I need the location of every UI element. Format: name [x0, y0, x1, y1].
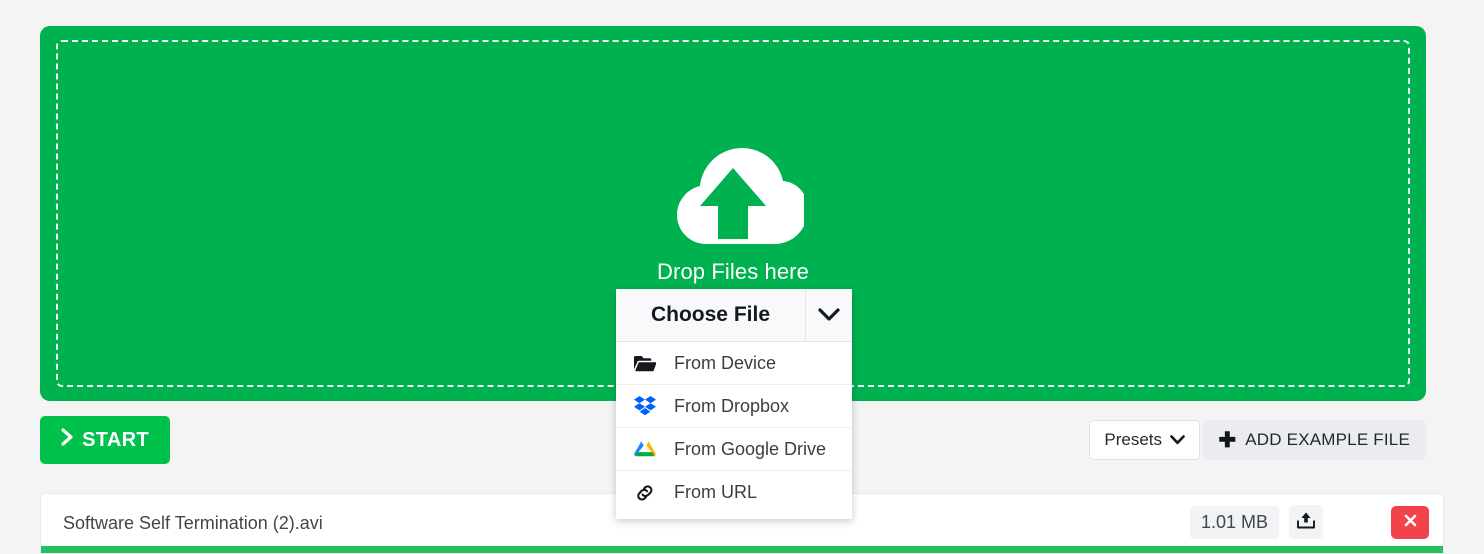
save-file-button[interactable] [1289, 505, 1323, 539]
chevron-right-icon [61, 428, 74, 452]
menu-item-label: From URL [674, 482, 758, 502]
upload-save-icon [1296, 511, 1316, 533]
presets-label: Presets [1104, 430, 1162, 449]
file-name: Software Self Termination (2).avi [63, 513, 323, 533]
close-x-icon [1403, 513, 1418, 531]
link-icon [634, 483, 664, 503]
file-size: 1.01 MB [1189, 505, 1279, 539]
cloud-upload-icon [662, 143, 808, 249]
choose-file-dropdown[interactable]: Choose File From Device From Dropbox Fro… [616, 289, 852, 519]
upload-progress-track [41, 546, 1443, 553]
menu-item-label: From Dropbox [674, 395, 790, 416]
file-upload-page: Drop Files here Choose File From Device … [0, 0, 1484, 554]
menu-item-label: From Google Drive [674, 438, 827, 459]
choose-file-menu: From Device From Dropbox From Google Dri… [616, 342, 852, 519]
menu-item-from-dropbox[interactable]: From Dropbox [616, 385, 852, 428]
file-row-controls: 1.01 MB [1189, 505, 1429, 539]
menu-item-from-url[interactable]: From URL [616, 471, 852, 514]
chevron-down-icon [1170, 430, 1185, 450]
dropbox-icon [634, 396, 664, 416]
add-example-file-button[interactable]: ✚ ADD EXAMPLE FILE [1202, 420, 1426, 460]
choose-file-button[interactable]: Choose File [616, 289, 852, 342]
chevron-down-icon[interactable] [805, 289, 852, 341]
menu-item-label: From Device [674, 352, 777, 373]
drop-files-label: Drop Files here [657, 258, 809, 284]
folder-open-icon [634, 355, 664, 372]
google-drive-icon [634, 439, 664, 459]
start-button[interactable]: START [40, 416, 170, 464]
upload-progress-fill [41, 546, 1443, 553]
presets-button[interactable]: Presets [1089, 420, 1200, 460]
delete-file-button[interactable] [1391, 505, 1429, 539]
choose-file-label: Choose File [650, 303, 771, 326]
start-label: START [82, 428, 149, 451]
menu-item-from-google-drive[interactable]: From Google Drive [616, 428, 852, 471]
add-example-file-label: ADD EXAMPLE FILE [1245, 430, 1410, 449]
menu-item-from-device[interactable]: From Device [616, 342, 852, 385]
plus-icon: ✚ [1218, 428, 1237, 452]
